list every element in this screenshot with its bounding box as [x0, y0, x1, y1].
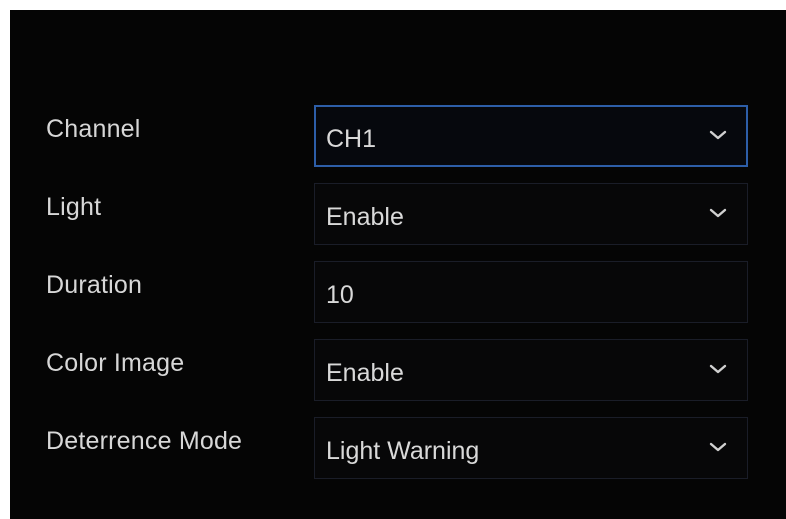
duration-label: Duration: [46, 271, 143, 299]
deterrence-mode-label: Deterrence Mode: [46, 427, 243, 455]
color-image-value: Enable: [326, 359, 404, 387]
duration-value: 10: [326, 281, 354, 309]
channel-select[interactable]: CH1: [314, 105, 748, 167]
light-value: Enable: [326, 203, 404, 231]
channel-value: CH1: [326, 125, 377, 153]
chevron-down-icon: [709, 208, 727, 218]
color-image-label: Color Image: [46, 349, 185, 377]
duration-row: Duration 10: [10, 261, 786, 329]
color-image-row: Color Image Enable: [10, 339, 786, 407]
channel-label: Channel: [46, 115, 141, 143]
deterrence-mode-value: Light Warning: [326, 437, 480, 465]
deterrence-mode-select[interactable]: Light Warning: [314, 417, 748, 479]
settings-panel: Channel CH1 Light Enable Duration 10 Col…: [10, 10, 786, 519]
duration-input[interactable]: 10: [314, 261, 748, 323]
chevron-down-icon: [709, 130, 727, 140]
light-select[interactable]: Enable: [314, 183, 748, 245]
chevron-down-icon: [709, 442, 727, 452]
color-image-select[interactable]: Enable: [314, 339, 748, 401]
light-row: Light Enable: [10, 183, 786, 251]
channel-row: Channel CH1: [10, 105, 786, 173]
chevron-down-icon: [709, 364, 727, 374]
light-label: Light: [46, 193, 102, 221]
deterrence-mode-row: Deterrence Mode Light Warning: [10, 417, 786, 485]
